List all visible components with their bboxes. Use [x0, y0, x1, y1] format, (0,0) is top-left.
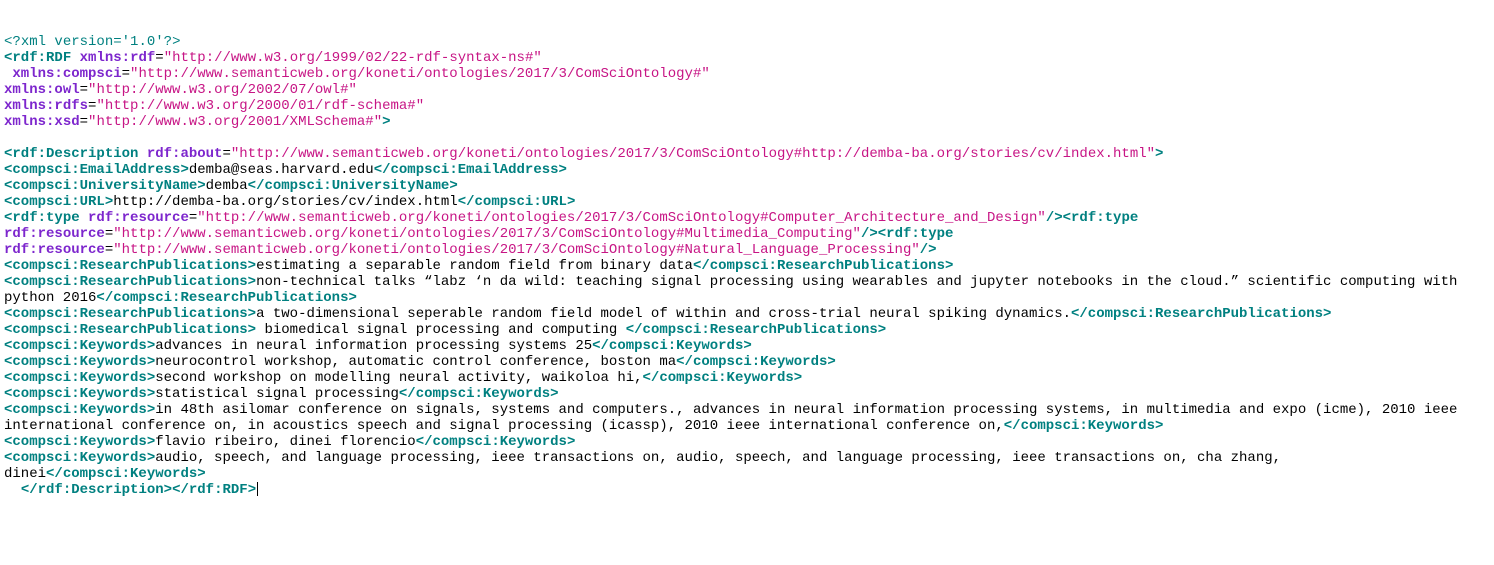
xml-source-view: <?xml version='1.0'?> <rdf:RDF xmlns:rdf… [4, 34, 1490, 498]
